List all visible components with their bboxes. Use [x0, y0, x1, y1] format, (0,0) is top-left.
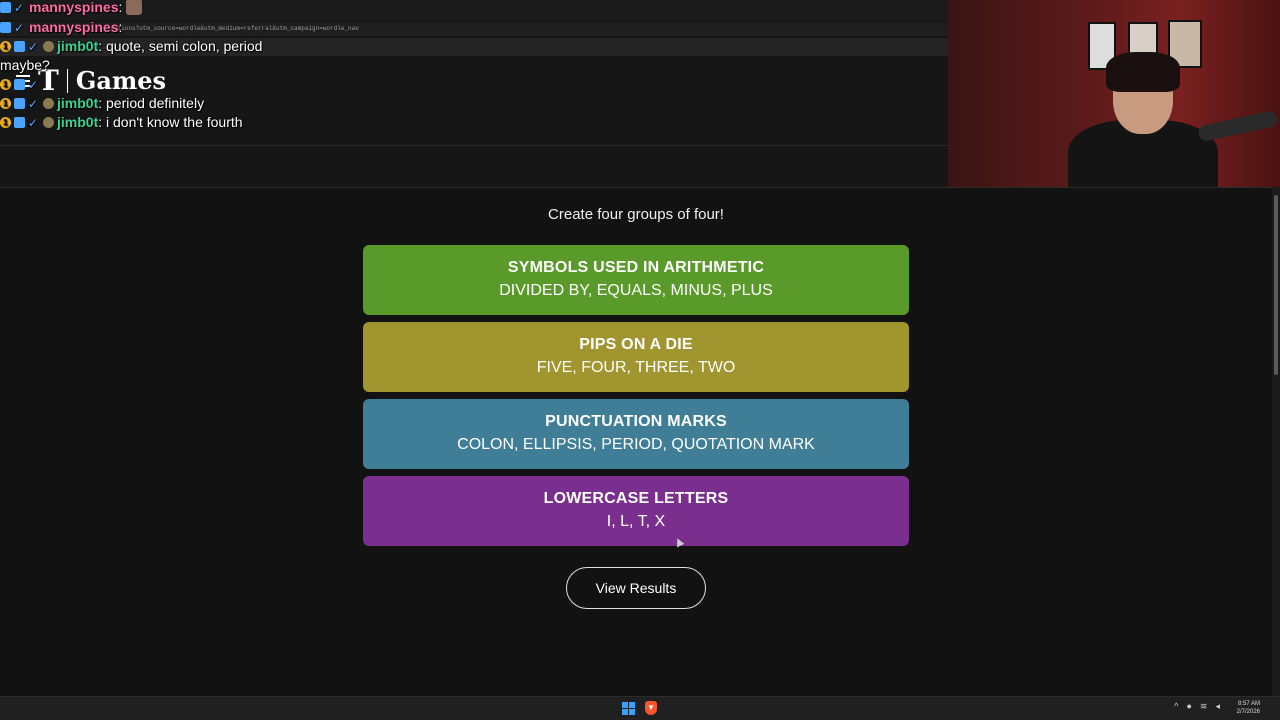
chat-username: mannyspines: [29, 19, 119, 35]
group-title: SYMBOLS USED IN ARITHMETIC: [507, 259, 765, 276]
group-words: DIVIDED BY, EQUALS, MINUS, PLUS: [499, 282, 773, 299]
address-bar-url: connections?utm_source=wordle&utm_medium…: [96, 25, 359, 32]
divider: [0, 145, 948, 146]
chat-message: 1 ✓ jimb0t: i don't know the fourth: [0, 113, 243, 131]
emote-icon: [126, 0, 143, 15]
hat-badge-icon: [43, 40, 54, 52]
solved-group-blue: PUNCTUATION MARKS COLON, ELLIPSIS, PERIO…: [363, 399, 909, 469]
view-results-button[interactable]: View Results: [566, 567, 706, 609]
gift-badge-icon: 1: [0, 40, 11, 52]
chat-message: ✓ mannyspines:: [0, 0, 143, 16]
group-words: FIVE, FOUR, THREE, TWO: [536, 359, 736, 376]
address-bar[interactable]: connections?utm_source=wordle&utm_medium…: [0, 22, 948, 36]
game-subtitle: Create four groups of four!: [548, 206, 724, 223]
chat-text: i don't know the fourth: [106, 114, 243, 130]
chevron-up-icon[interactable]: ^: [1174, 701, 1178, 712]
chat-username: jimb0t: [57, 114, 99, 130]
hat-badge-icon: [43, 116, 54, 128]
verified-check-icon: ✓: [28, 77, 39, 92]
group-title: PIPS ON A DIE: [579, 336, 693, 353]
solved-group-green: SYMBOLS USED IN ARITHMETIC DIVIDED BY, E…: [363, 245, 909, 315]
subscriber-badge-icon: [14, 78, 25, 90]
brave-browser-icon[interactable]: ▼: [645, 701, 657, 715]
clock-date: 2/7/2026: [1236, 709, 1260, 715]
chat-username: jimb0t: [57, 38, 99, 54]
divider: [0, 187, 1272, 188]
microphone-icon[interactable]: ●: [1186, 701, 1191, 712]
windows-taskbar: ▼ ^ ● ≋ ◂ 8:57 AM 2/7/2026: [0, 696, 1280, 720]
microphone: [1197, 109, 1279, 143]
gift-badge-icon: 1: [0, 116, 11, 128]
subscriber-badge-icon: [0, 1, 11, 13]
chat-message: maybe?: [0, 56, 50, 74]
group-words: I, L, T, X: [606, 513, 666, 530]
streamer-hair: [1106, 52, 1180, 92]
chat-text: maybe?: [0, 57, 50, 73]
scrollbar-thumb[interactable]: [1274, 195, 1278, 375]
taskbar-clock[interactable]: 8:57 AM 2/7/2026: [1237, 700, 1260, 716]
chat-message: ✓ mannyspines:: [0, 18, 122, 36]
chat-username: mannyspines: [29, 0, 119, 15]
solved-group-yellow: PIPS ON A DIE FIVE, FOUR, THREE, TWO: [363, 322, 909, 392]
verified-check-icon: ✓: [28, 115, 39, 130]
windows-start-icon[interactable]: [622, 702, 635, 715]
verified-check-icon: ✓: [28, 96, 39, 111]
group-words: COLON, ELLIPSIS, PERIOD, QUOTATION MARK: [457, 436, 815, 453]
subscriber-badge-icon: [14, 97, 25, 109]
subscriber-badge-icon: [0, 21, 11, 33]
verified-check-icon: ✓: [14, 0, 25, 15]
games-wordmark: Games: [75, 66, 167, 95]
chat-message: 1 ✓ jimb0t: period definitely: [0, 94, 204, 112]
wifi-icon[interactable]: ≋: [1200, 701, 1208, 712]
subscriber-badge-icon: [14, 116, 25, 128]
group-title: PUNCTUATION MARKS: [545, 413, 727, 430]
gift-badge-icon: 1: [0, 78, 11, 90]
verified-check-icon: ✓: [14, 20, 25, 35]
solved-group-purple: LOWERCASE LETTERS I, L, T, X: [363, 476, 909, 546]
chat-username: jimb0t: [57, 95, 99, 111]
system-tray: ^ ● ≋ ◂: [1174, 701, 1220, 712]
webcam-feed: [948, 0, 1280, 187]
verified-check-icon: ✓: [28, 39, 39, 54]
gift-badge-icon: 1: [0, 97, 11, 109]
group-title: LOWERCASE LETTERS: [543, 490, 729, 507]
page-scrollbar[interactable]: [1272, 187, 1280, 696]
logo-divider: [66, 68, 68, 93]
hat-badge-icon: [43, 97, 54, 109]
subscriber-badge-icon: [14, 40, 25, 52]
volume-icon[interactable]: ◂: [1215, 701, 1220, 712]
chat-text: quote, semi colon, period: [106, 38, 263, 54]
chat-message: 1 ✓: [0, 75, 43, 93]
clock-time: 8:57 AM: [1237, 701, 1260, 707]
chat-message: 1 ✓ jimb0t: quote, semi colon, period: [0, 37, 262, 55]
chat-text: period definitely: [106, 95, 205, 111]
